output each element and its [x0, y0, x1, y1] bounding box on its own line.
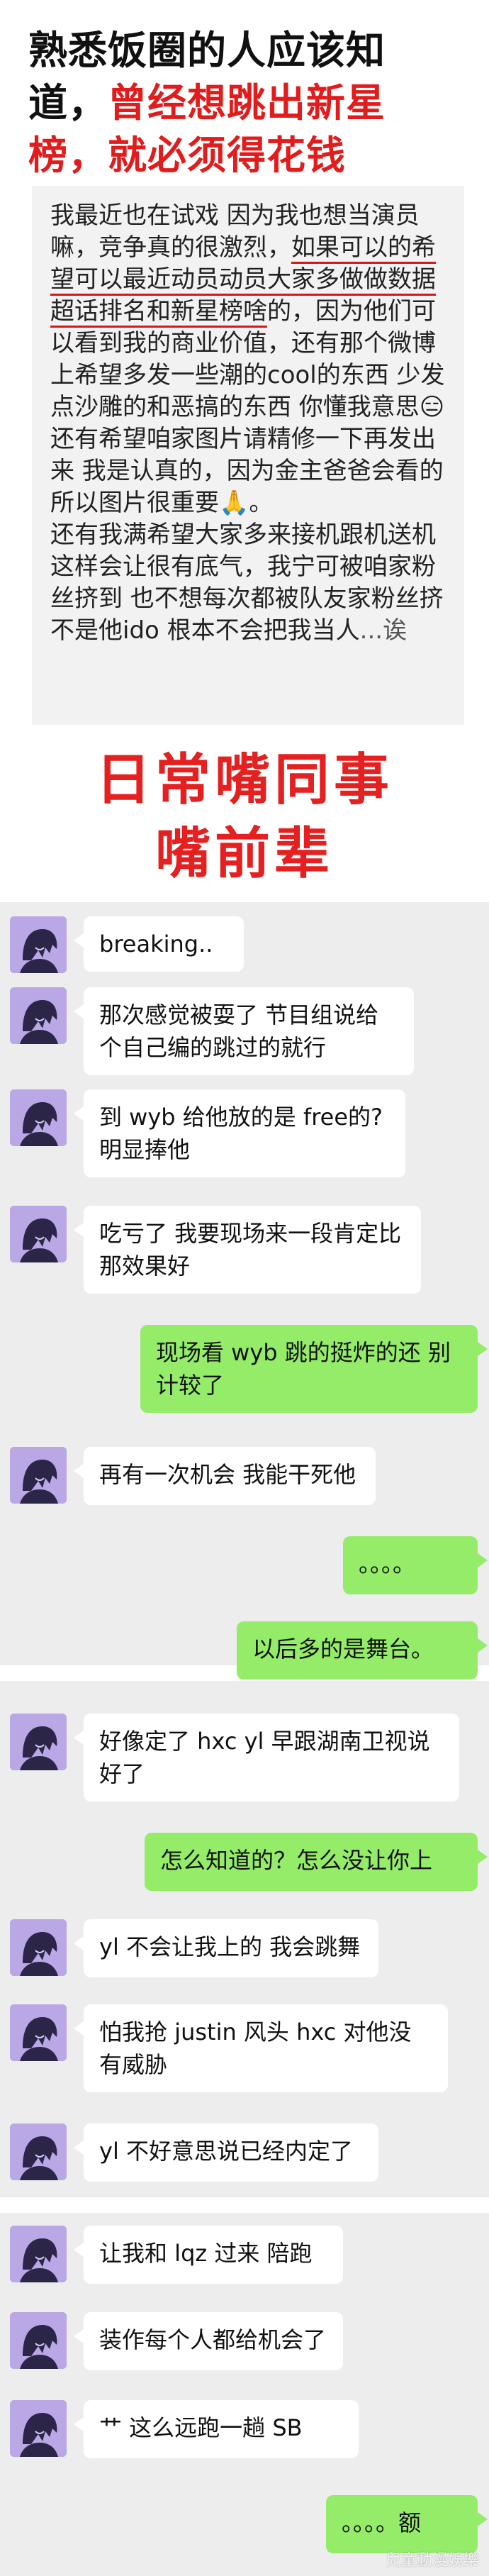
chat-message: 现场看 wyb 跳的挺炸的还 别计较了 [0, 1325, 489, 1413]
incoming-bubble[interactable]: 再有一次机会 我能干死他 [74, 1447, 376, 1505]
outgoing-bubble[interactable]: 怎么知道的？怎么没让你上 [145, 1833, 488, 1891]
incoming-bubble[interactable]: 那次感觉被耍了 节目组说给个自己编的跳过的就行 [74, 987, 414, 1075]
avatar[interactable] [10, 1447, 67, 1504]
section-title-line-2: 嘴前辈 [154, 822, 334, 886]
outgoing-bubble[interactable]: 。。。。 [343, 1536, 488, 1594]
incoming-bubble[interactable]: 装作每个人都给机会了 [74, 2312, 343, 2370]
headline-line-2-plain: 道， [28, 80, 108, 126]
watermark: 兒童動漫娛樂 [385, 2552, 479, 2570]
chat-message: 那次感觉被耍了 节目组说给个自己编的跳过的就行 [0, 987, 489, 1075]
note-paragraph-2: 还有希望咱家图片请精修一下再发出来 我是认真的，因为金主爸爸会看的 所以图片很重… [50, 425, 444, 517]
note-paragraph-1: 我最近也在试戏 因为我也想当演员嘛，竞争真的很激烈，如果可以的希望可以最近动员动… [50, 200, 446, 423]
chat-message: yl 不好意思说已经内定了 [0, 2123, 489, 2182]
headline-line-3: 榜，就必须得花钱 [28, 133, 347, 178]
note-screenshot: 我最近也在试戏 因为我也想当演员嘛，竞争真的很激烈，如果可以的希望可以最近动员动… [32, 186, 464, 725]
headline-line-2: 道，曾经想跳出新星 [28, 77, 475, 129]
chat-message: 让我和 lqz 过来 陪跑 [0, 2226, 489, 2284]
avatar[interactable] [10, 2312, 67, 2369]
outgoing-bubble[interactable]: 现场看 wyb 跳的挺炸的还 别计较了 [140, 1325, 488, 1413]
chat-message: 到 wyb 给他放的是 free的?明显捧他 [0, 1089, 489, 1177]
headline-line-1: 熟悉饭圈的人应该知 [28, 28, 386, 73]
chat-message: 装作每个人都给机会了 [0, 2312, 489, 2370]
avatar[interactable] [10, 2004, 67, 2061]
section-title-line-1: 日常嘴同事 [95, 748, 393, 812]
avatar[interactable] [10, 1714, 67, 1770]
incoming-bubble[interactable]: 让我和 lqz 过来 陪跑 [74, 2226, 343, 2284]
chat-message: 吃亏了 我要现场来一段肯定比那效果好 [0, 1206, 489, 1294]
note-paragraph-3: 还有我满希望大家多来接机跟机送机 这样会让很有底气，我宁可被咱家粉丝挤到 也不想… [50, 519, 446, 647]
chat-message: 好像定了 hxc yl 早跟湖南卫视说好了 [0, 1714, 489, 1801]
chat-message: yl 不会让我上的 我会跳舞 [0, 1919, 489, 1977]
avatar[interactable] [10, 987, 67, 1044]
avatar[interactable] [10, 1089, 67, 1146]
incoming-bubble[interactable]: 好像定了 hxc yl 早跟湖南卫视说好了 [74, 1714, 459, 1801]
section-title: 日常嘴同事 嘴前辈 [0, 743, 489, 899]
outgoing-bubble[interactable]: 以后多的是舞台。 [237, 1621, 488, 1680]
note-p3-tail: ...诶 [359, 616, 408, 645]
avatar[interactable] [10, 916, 67, 973]
outgoing-bubble[interactable]: 。。。。额 [326, 2495, 488, 2553]
avatar[interactable] [10, 2400, 67, 2457]
avatar[interactable] [10, 1919, 67, 1976]
incoming-bubble[interactable]: breaking.. [74, 916, 244, 972]
chat-message: 再有一次机会 我能干死他 [0, 1447, 489, 1505]
chat-message: 以后多的是舞台。 [0, 1621, 489, 1680]
chat-message: 。。。。 [0, 1536, 489, 1594]
chat-message: 怕我抢 justin 风头 hxc 对他没有威胁 [0, 2004, 489, 2092]
avatar[interactable] [10, 1206, 67, 1262]
page: 熟悉饭圈的人应该知 道，曾经想跳出新星 榜，就必须得花钱 我最近也在试戏 因为我… [0, 0, 489, 2576]
incoming-bubble[interactable]: 艹 这么远跑一趟 SB [74, 2400, 359, 2458]
incoming-bubble[interactable]: yl 不会让我上的 我会跳舞 [74, 1919, 378, 1977]
incoming-bubble[interactable]: yl 不好意思说已经内定了 [74, 2123, 378, 2182]
avatar[interactable] [10, 2226, 67, 2282]
incoming-bubble[interactable]: 到 wyb 给他放的是 free的?明显捧他 [74, 1089, 405, 1177]
incoming-bubble[interactable]: 怕我抢 justin 风头 hxc 对他没有威胁 [74, 2004, 448, 2092]
chat-message: breaking.. [0, 916, 489, 973]
avatar[interactable] [10, 2123, 67, 2180]
chat-message: 艹 这么远跑一趟 SB [0, 2400, 489, 2458]
headline-line-2-red: 曾经想跳出新星 [108, 80, 386, 126]
headline: 熟悉饭圈的人应该知 道，曾经想跳出新星 榜，就必须得花钱 [0, 0, 489, 186]
incoming-bubble[interactable]: 吃亏了 我要现场来一段肯定比那效果好 [74, 1206, 421, 1294]
chat-message: 怎么知道的？怎么没让你上 [0, 1833, 489, 1891]
chat-message: 。。。。额 [0, 2495, 489, 2553]
